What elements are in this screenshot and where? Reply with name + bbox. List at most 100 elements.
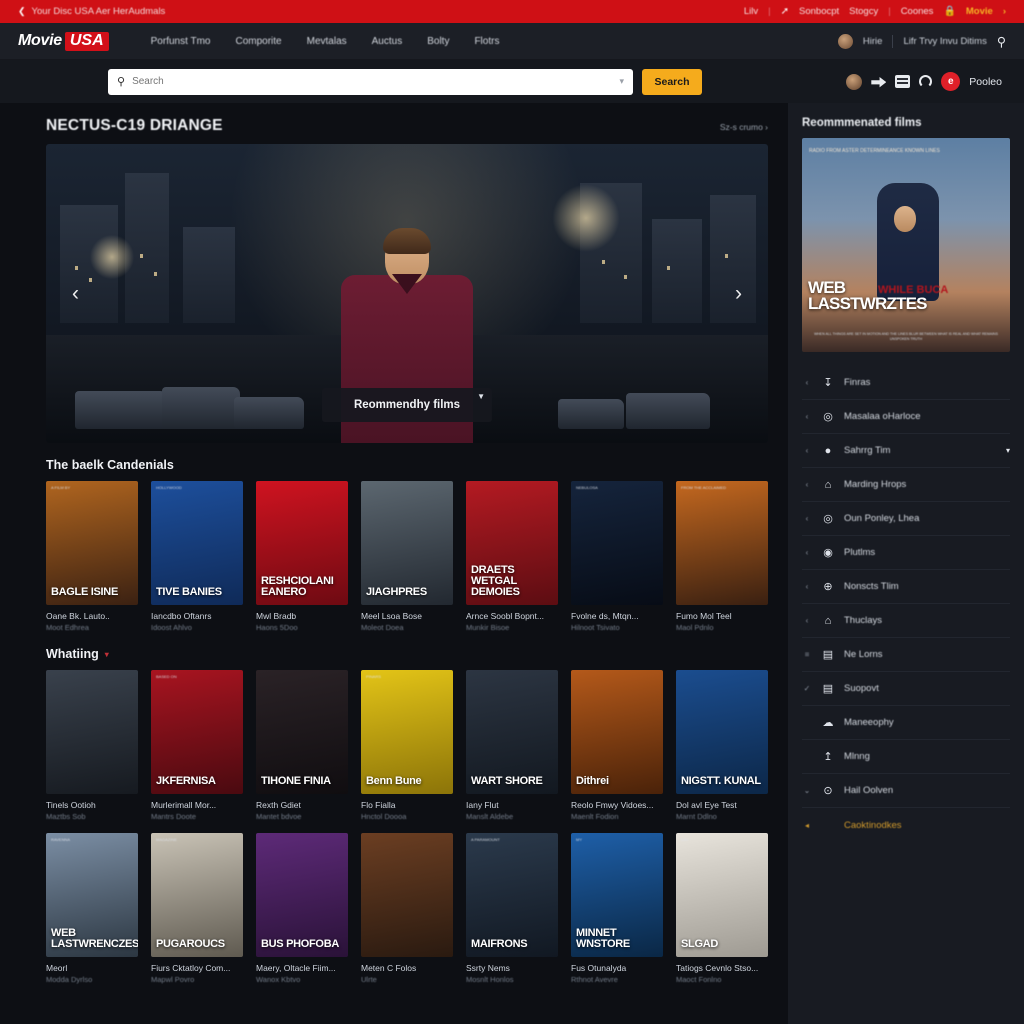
movie-card[interactable]: Dithrei Reolo Fmwy Vidoes... Maenlt Fodion bbox=[571, 670, 663, 821]
nav-item-5[interactable]: Flotrs bbox=[474, 36, 499, 47]
movie-poster[interactable]: JIAGHPRES bbox=[361, 481, 453, 605]
movie-subtitle: Manslt Aldebe bbox=[466, 812, 514, 821]
sidebar-item-13[interactable]: ◂ Caoktinodkes bbox=[802, 808, 1010, 842]
promo-item-3[interactable]: Coones bbox=[901, 6, 934, 17]
movie-poster[interactable]: RESHCIOLANI EANERO bbox=[256, 481, 348, 605]
user-name[interactable]: Pooleo bbox=[969, 76, 1002, 88]
nav-item-0[interactable]: Porfunst Tmo bbox=[151, 36, 211, 47]
movie-poster[interactable]: Dithrei bbox=[571, 670, 663, 794]
search-box[interactable]: ⚲ ▾ bbox=[108, 68, 633, 95]
movie-card[interactable]: RAVENNA WEB LASTWRENCZES Meorl Modda Dyrlso bbox=[46, 833, 138, 984]
movie-poster[interactable]: DAY SLGAD bbox=[676, 833, 768, 957]
movie-card[interactable]: HOLLYWOOD TIVE BANIES Iancdbo Oftanrs Idoos… bbox=[151, 481, 243, 632]
sidebar-item-12[interactable]: ⌄ ⊙ Hail Oolven bbox=[802, 774, 1010, 808]
hero-cta-button[interactable]: Reommendhy films ▼ bbox=[321, 388, 493, 422]
movie-poster[interactable]: NIGSTT. KUNAL bbox=[676, 670, 768, 794]
movie-poster[interactable] bbox=[46, 670, 138, 794]
movie-poster[interactable] bbox=[361, 833, 453, 957]
nav-item-4[interactable]: Bolty bbox=[427, 36, 449, 47]
hero-prev-button[interactable]: ‹ bbox=[72, 282, 79, 306]
movie-card[interactable]: Meten C Folos Ulrte bbox=[361, 833, 453, 984]
user-badge[interactable]: e bbox=[941, 72, 961, 91]
search-icon[interactable]: ⚲ bbox=[997, 34, 1006, 49]
search-input[interactable] bbox=[132, 76, 613, 87]
movie-poster[interactable]: BUS PHOFOBA bbox=[256, 833, 348, 957]
movie-card[interactable]: DRAETS WETGAL DEMOIES Arnce Soobl Bopnt..… bbox=[466, 481, 558, 632]
movie-poster[interactable]: RAVENNA WEB LASTWRENCZES bbox=[46, 833, 138, 957]
promo-highlight[interactable]: Movie bbox=[966, 6, 993, 17]
promo-left[interactable]: ❮ Your Disc USA Aer HerAudmals bbox=[18, 6, 165, 17]
cloud-icon: ☁ bbox=[822, 717, 834, 729]
sidebar-item-2[interactable]: ‹ ● Sahrrg Tim ▾ bbox=[802, 434, 1010, 468]
movie-poster[interactable]: WART SHORE bbox=[466, 670, 558, 794]
movie-poster[interactable]: TIHONE FINIA bbox=[256, 670, 348, 794]
account-label[interactable]: Hirie bbox=[863, 36, 883, 47]
chevron-down-icon[interactable]: ▾ bbox=[105, 650, 109, 659]
movie-card[interactable]: JIAGHPRES Meel Lsoa Bose Moleot Doea bbox=[361, 481, 453, 632]
movie-card[interactable]: NIGSTT. KUNAL Dol avl Eye Test Marnt Ddlno bbox=[676, 670, 768, 821]
chevron-down-icon[interactable]: ▾ bbox=[1006, 446, 1010, 455]
sidebar-item-1[interactable]: ‹ ◎ Masalaa oHarloce bbox=[802, 400, 1010, 434]
card-icon[interactable] bbox=[895, 75, 911, 88]
site-logo[interactable]: Movie USA bbox=[18, 31, 109, 51]
movie-card[interactable]: DAY SLGAD Tatiogs Cevnlo Stso... Maoct Fonl… bbox=[676, 833, 768, 984]
hero-more-link[interactable]: Sz-s crumo › bbox=[720, 122, 768, 132]
sidebar-item-0[interactable]: ‹ ↧ Finras bbox=[802, 366, 1010, 400]
movie-poster[interactable]: HOLLYWOOD TIVE BANIES bbox=[151, 481, 243, 605]
sidebar-item-9[interactable]: ✓ ▤ Suopovt bbox=[802, 672, 1010, 706]
search-button[interactable]: Search bbox=[642, 68, 702, 95]
promo-item-2[interactable]: Stogcy bbox=[849, 6, 878, 17]
sidebar-item-label: Suopovt bbox=[844, 683, 879, 694]
movie-poster[interactable]: MY MINNET WNSTORE bbox=[571, 833, 663, 957]
nav-item-1[interactable]: Comporite bbox=[235, 36, 281, 47]
movie-card[interactable]: WART SHORE Iany Flut Manslt Aldebe bbox=[466, 670, 558, 821]
nav-item-2[interactable]: Mevtalas bbox=[307, 36, 347, 47]
movie-poster[interactable]: NEBULOSA bbox=[571, 481, 663, 605]
movie-card[interactable]: MY MINNET WNSTORE Fus Otunalyda Rthnot Avev… bbox=[571, 833, 663, 984]
avatar[interactable] bbox=[846, 73, 863, 90]
movie-card[interactable]: A FILM BY BAGLE ISINE Oane Bk. Lauto.. Moot… bbox=[46, 481, 138, 632]
promo-item-1[interactable]: Sonbocpt bbox=[799, 6, 839, 17]
sidebar-item-7[interactable]: ‹ ⌂ Thuclays bbox=[802, 604, 1010, 638]
movie-card[interactable]: MAGAZINE PUGAROUCS Fiurs Cktatloy Com... Ma… bbox=[151, 833, 243, 984]
sidebar-item-10[interactable]: ☁ Maneeophy bbox=[802, 706, 1010, 740]
movie-poster[interactable]: DRAETS WETGAL DEMOIES bbox=[466, 481, 558, 605]
blank-icon bbox=[820, 817, 836, 833]
movie-subtitle: Modda Dyrlso bbox=[46, 975, 93, 984]
sidebar-item-8[interactable]: ≡ ▤ Ne Lorns bbox=[802, 638, 1010, 672]
movie-card[interactable]: A PARAMOUNT MAIFRONS Ssrty Nems Mosnlt Honl… bbox=[466, 833, 558, 984]
sidebar-item-5[interactable]: ‹ ◉ Plutlms bbox=[802, 536, 1010, 570]
movie-card[interactable]: FROM THE ACCLAIMED Fumo Mol Teel Maol Pdnl… bbox=[676, 481, 768, 632]
movie-poster[interactable]: BASED ON JKFERNISA bbox=[151, 670, 243, 794]
movie-poster[interactable]: A PARAMOUNT MAIFRONS bbox=[466, 833, 558, 957]
sidebar-featured-poster[interactable]: RADIO FROM ASTER DETERMINEANCE KNOWN LIN… bbox=[802, 138, 1010, 352]
hero-next-button[interactable]: › bbox=[735, 282, 742, 306]
sidebar-item-11[interactable]: ↥ Mlnng bbox=[802, 740, 1010, 774]
secondary-label[interactable]: Lifr Trvy Invu Ditims bbox=[903, 36, 986, 47]
chevron-left-icon: ⌄ bbox=[803, 786, 811, 795]
movie-poster[interactable]: FROM THE ACCLAIMED bbox=[676, 481, 768, 605]
sidebar-item-6[interactable]: ‹ ⊕ Nonscts Tlim bbox=[802, 570, 1010, 604]
hero-banner[interactable]: ‹ › Reommendhy films ▼ bbox=[46, 144, 768, 443]
movie-card[interactable]: Tinels Ootioh Maztbs Sob bbox=[46, 670, 138, 821]
movie-card[interactable]: BASED ON JKFERNISA Murlerimall Mor... Mantr… bbox=[151, 670, 243, 821]
chevron-down-icon[interactable]: ▾ bbox=[619, 76, 624, 87]
movie-poster[interactable]: PINARS Benn Bune bbox=[361, 670, 453, 794]
card-icon: ▤ bbox=[822, 683, 834, 695]
share-icon[interactable] bbox=[871, 76, 887, 88]
nav-item-3[interactable]: Auctus bbox=[372, 36, 403, 47]
movie-subtitle: Rthnot Avevre bbox=[571, 975, 618, 984]
sidebar-item-3[interactable]: ‹ ⌂ Marding Hrops bbox=[802, 468, 1010, 502]
movie-poster[interactable]: MAGAZINE PUGAROUCS bbox=[151, 833, 243, 957]
movie-card[interactable]: BUS PHOFOBA Maery, Oltacle Fiim... Wanox K… bbox=[256, 833, 348, 984]
sidebar-item-4[interactable]: ‹ ◎ Oun Ponley, Lhea bbox=[802, 502, 1010, 536]
movie-card[interactable]: TIHONE FINIA Rexth Gdiet Mantet bdvoe bbox=[256, 670, 348, 821]
promo-item-0[interactable]: Lilv bbox=[744, 6, 758, 17]
movie-poster[interactable]: A FILM BY BAGLE ISINE bbox=[46, 481, 138, 605]
movie-card[interactable]: PINARS Benn Bune Flo Fialla Hnctol Doooa bbox=[361, 670, 453, 821]
movie-card[interactable]: NEBULOSA Fvolne ds, Mtqn... Hilnoot Tsivat… bbox=[571, 481, 663, 632]
refresh-icon[interactable] bbox=[919, 75, 933, 88]
avatar[interactable] bbox=[837, 33, 853, 49]
movie-card[interactable]: RESHCIOLANI EANERO Mwl Bradb Haons 5Doo bbox=[256, 481, 348, 632]
poster-title-text: TIVE BANIES bbox=[156, 586, 222, 598]
